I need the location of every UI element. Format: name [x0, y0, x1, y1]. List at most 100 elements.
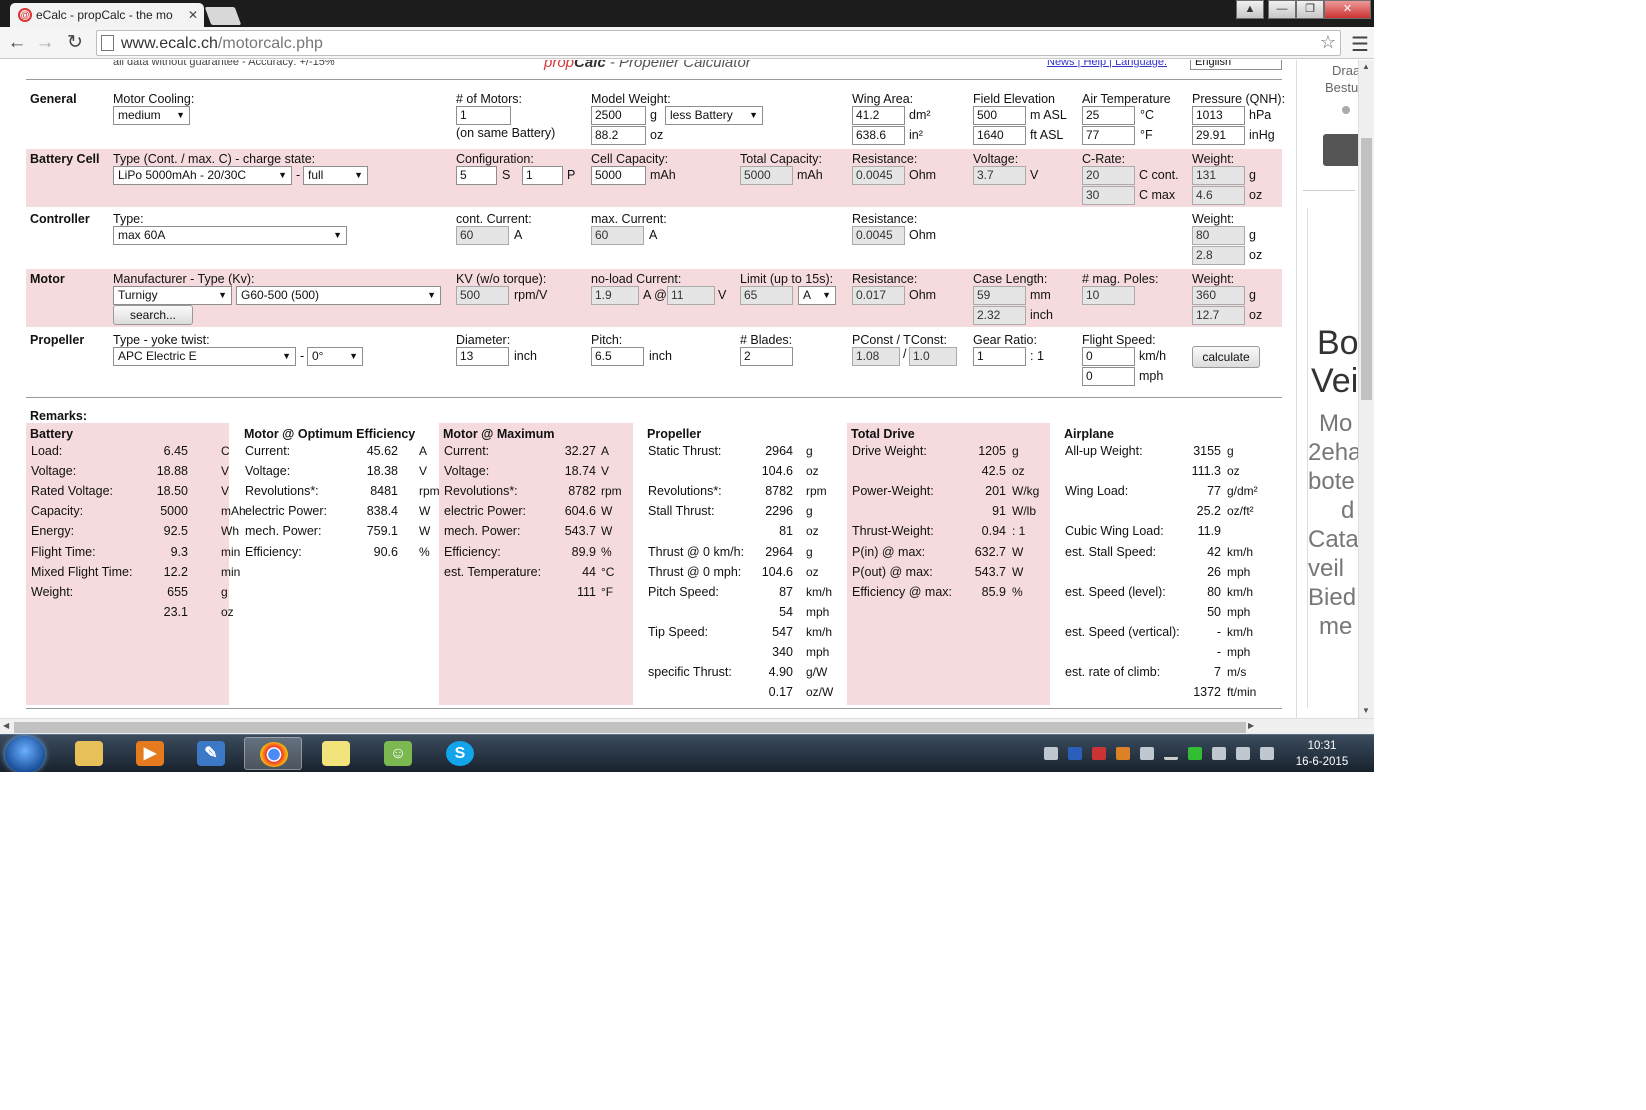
scroll-right-arrow-icon[interactable]: ▶ [1248, 721, 1254, 730]
chevron-down-icon: ▼ [427, 290, 436, 300]
cells-s-input[interactable]: 5 [456, 166, 497, 185]
cell-capacity-input[interactable]: 5000 [591, 166, 646, 185]
url-text[interactable]: www.ecalc.ch/motorcalc.php [121, 35, 323, 53]
system-clock[interactable]: 10:31 16-6-2015 [1292, 738, 1352, 770]
taskbar-notes[interactable] [307, 737, 365, 770]
address-bar[interactable]: www.ecalc.ch/motorcalc.php ☆ [96, 30, 1341, 56]
battery-weight-g-field: 131 [1192, 166, 1245, 185]
window-pin-button[interactable]: ▲ [1236, 0, 1264, 19]
red-tray-icon[interactable] [1092, 747, 1106, 760]
minimize-button[interactable]: — [1268, 0, 1296, 19]
monitor-tray-icon[interactable] [1140, 747, 1154, 760]
remarks-row-label: electric Power: [245, 504, 327, 519]
remarks-row-value: 87 [779, 584, 793, 599]
remarks-row-value: 81 [779, 524, 793, 539]
volume-tray-icon[interactable] [1236, 747, 1250, 760]
pressure-inhg-input[interactable]: 29.91 [1192, 126, 1245, 145]
field-elevation-ft-input[interactable]: 1640 [973, 126, 1026, 145]
motor-search-button[interactable]: search... [113, 305, 193, 325]
maximize-button[interactable]: ❐ [1296, 0, 1324, 19]
se-tray-icon[interactable] [1068, 747, 1082, 760]
horizontal-scrollbar[interactable]: ◀ ▶ [0, 718, 1374, 734]
tconst-field: 1.0 [909, 347, 957, 366]
motor-cooling-select[interactable]: medium ▼ [113, 106, 190, 125]
battery-mode-select[interactable]: less Battery ▼ [665, 106, 763, 125]
pitch-input[interactable]: 6.5 [591, 347, 644, 366]
scroll-up-arrow-icon[interactable]: ▲ [1362, 62, 1370, 71]
remarks-row-label: Power-Weight: [852, 484, 934, 499]
motors-input[interactable]: 1 [456, 106, 511, 125]
motor-manufacturer-select[interactable]: Turnigy ▼ [113, 286, 232, 305]
calculate-button[interactable]: calculate [1192, 346, 1260, 368]
remarks-row-label: Rated Voltage: [31, 484, 114, 499]
air-temp-c-input[interactable]: 25 [1082, 106, 1135, 125]
orange-tray-icon[interactable] [1116, 747, 1130, 760]
field-elevation-m-input[interactable]: 500 [973, 106, 1026, 125]
signal-tray-icon[interactable] [1164, 747, 1178, 760]
remarks-column-total-drive: Total Drive Drive Weight: 1205 g 42.5 oz Power… [847, 423, 1050, 705]
skype-icon: S [446, 741, 474, 766]
model-weight-g-input[interactable]: 2500 [591, 106, 646, 125]
back-arrow-icon[interactable]: ← [5, 31, 29, 55]
chrome-menu-icon[interactable]: ☰ [1351, 32, 1369, 57]
remarks-row-value: 2296 [765, 504, 793, 519]
motor-type-select[interactable]: G60-500 (500) ▼ [236, 286, 441, 305]
battery-mode-value: less Battery [670, 108, 733, 122]
taskbar-chrome[interactable] [244, 737, 302, 770]
wing-area-in2-input[interactable]: 638.6 [852, 126, 905, 145]
bookmark-star-icon[interactable]: ☆ [1320, 32, 1336, 53]
flight-speed-kmh-input[interactable]: 0 [1082, 347, 1135, 366]
remarks-row-value: 77 [1207, 484, 1221, 499]
start-button[interactable] [5, 736, 45, 772]
taskbar-media-player[interactable]: ▶ [121, 737, 179, 770]
new-tab-button[interactable] [204, 7, 242, 25]
cells-p-input[interactable]: 1 [522, 166, 563, 185]
remarks-row-value: 44 [582, 564, 596, 579]
taskbar-app-3[interactable]: ✎ [182, 737, 240, 770]
browser-tab[interactable]: @ eCalc - propCalc - the mo ✕ [10, 3, 204, 27]
taskbar-explorer[interactable] [60, 737, 118, 770]
remarks-row-label: Current: [444, 444, 490, 458]
limit-unit-select[interactable]: A ▼ [798, 286, 836, 305]
remarks-row-value: 42 [1207, 544, 1221, 559]
tab-close-icon[interactable]: ✕ [188, 3, 198, 27]
header-links[interactable]: News | Help | Language: [1047, 60, 1167, 68]
battery-type-select[interactable]: LiPo 5000mAh - 20/30C ▼ [113, 166, 292, 185]
ad-top-line-2: Bestu [1325, 80, 1359, 95]
inhg-unit: inHg [1249, 128, 1275, 142]
wing-area-dm2-input[interactable]: 41.2 [852, 106, 905, 125]
gear-ratio-input[interactable]: 1 [973, 347, 1026, 366]
flight-speed-mph-input[interactable]: 0 [1082, 367, 1135, 386]
controller-type-select[interactable]: max 60A ▼ [113, 226, 347, 245]
propeller-type-select[interactable]: APC Electric E ▼ [113, 347, 296, 366]
vertical-scroll-thumb[interactable] [1361, 138, 1372, 400]
forward-arrow-icon[interactable]: → [33, 31, 57, 55]
scroll-left-arrow-icon[interactable]: ◀ [3, 721, 9, 730]
air-temp-f-input[interactable]: 77 [1082, 126, 1135, 145]
charge-state-select[interactable]: full ▼ [303, 166, 368, 185]
usb-tray-icon[interactable] [1212, 747, 1226, 760]
mm-unit: mm [1030, 288, 1051, 302]
model-weight-oz-input[interactable]: 88.2 [591, 126, 646, 145]
reload-icon[interactable]: ↻ [63, 31, 87, 55]
language-select[interactable]: English [1190, 60, 1282, 70]
remarks-column-title: Propeller [647, 427, 702, 441]
taskbar-skype[interactable]: S [431, 737, 489, 770]
blades-input[interactable]: 2 [740, 347, 793, 366]
check-tray-icon[interactable] [1188, 747, 1202, 760]
horizontal-scroll-thumb[interactable] [14, 722, 1246, 733]
remarks-row-label: Cubic Wing Load: [1065, 524, 1164, 539]
yoke-twist-select[interactable]: 0° ▼ [307, 347, 363, 366]
taskbar-messenger[interactable]: ☺ [369, 737, 427, 770]
network-tray-icon[interactable] [1260, 747, 1274, 760]
close-window-button[interactable]: ✕ [1324, 0, 1371, 19]
ad-button[interactable] [1323, 134, 1363, 166]
keyboard-tray-icon[interactable] [1044, 747, 1058, 760]
max-current-field: 60 [591, 226, 644, 245]
vertical-scrollbar[interactable]: ▲ ▼ [1358, 60, 1374, 718]
scroll-down-arrow-icon[interactable]: ▼ [1362, 706, 1370, 715]
remarks-row-label: Efficiency: [444, 544, 501, 559]
remarks-row-unit: g [806, 444, 813, 458]
pressure-hpa-input[interactable]: 1013 [1192, 106, 1245, 125]
diameter-input[interactable]: 13 [456, 347, 509, 366]
